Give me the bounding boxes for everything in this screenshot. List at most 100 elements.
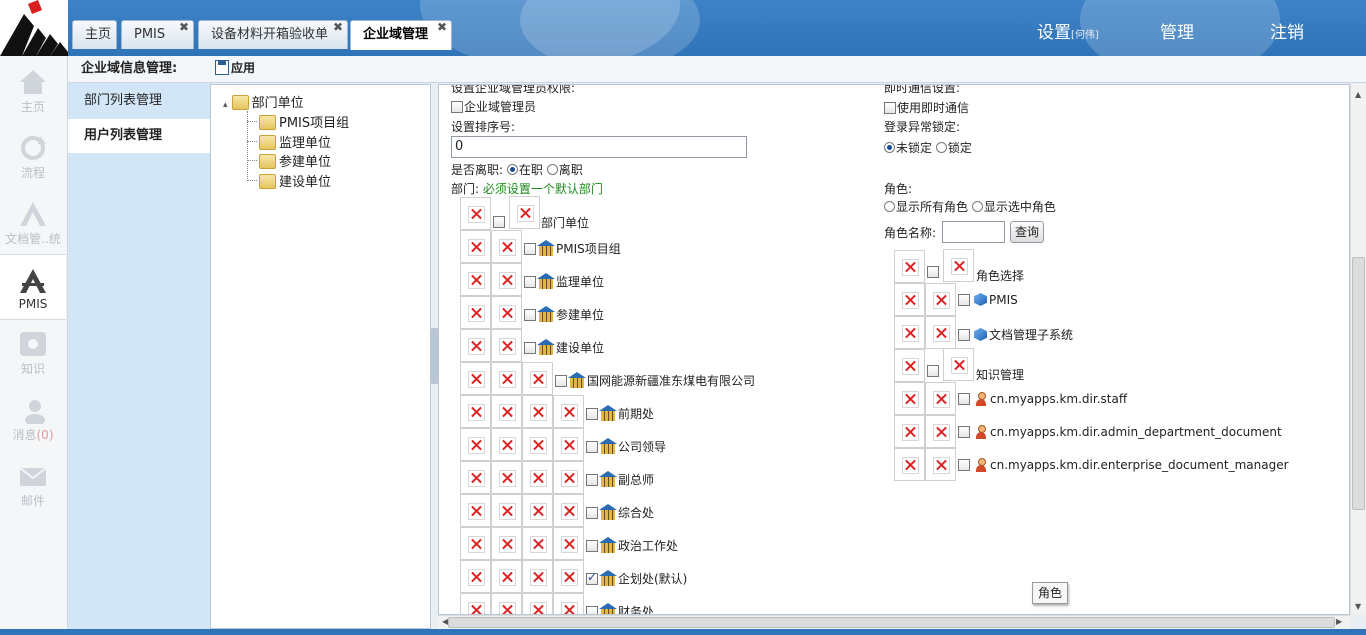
folder-icon xyxy=(259,174,276,189)
building-icon xyxy=(537,273,555,289)
rail-item-document[interactable]: 文档管..统 xyxy=(0,200,66,254)
rail-item-home[interactable]: 主页 xyxy=(0,68,66,122)
tab-pmis[interactable]: PMIS ✖ xyxy=(121,20,194,49)
radio-all-roles[interactable]: 显示所有角色 xyxy=(884,200,968,214)
radio-unlocked[interactable]: 未锁定 xyxy=(884,141,932,155)
role-name-input[interactable] xyxy=(942,221,1005,243)
role-checkbox[interactable] xyxy=(927,266,939,278)
dept-checkbox[interactable] xyxy=(524,342,536,354)
role-checkbox[interactable] xyxy=(958,459,970,471)
close-icon[interactable]: ✖ xyxy=(437,14,447,41)
tree-node-root[interactable]: ▴ 部门单位 xyxy=(223,92,304,111)
logout-link[interactable]: 注销 xyxy=(1270,18,1304,43)
scroll-right-icon[interactable]: ▶ xyxy=(1336,617,1342,626)
rail-item-mail[interactable]: 邮件 xyxy=(0,462,66,516)
sub-item-user-list[interactable]: 用户列表管理 xyxy=(68,119,210,153)
sub-item-department-list[interactable]: 部门列表管理 xyxy=(68,84,210,118)
broken-image-icon xyxy=(491,263,522,296)
dept-row[interactable]: 政治工作处 xyxy=(586,537,678,554)
dept-checkbox[interactable] xyxy=(524,243,536,255)
rail-item-knowledge[interactable]: 知识 xyxy=(0,330,66,384)
role-checkbox[interactable] xyxy=(958,329,970,341)
dept-checkbox[interactable] xyxy=(586,441,598,453)
tree-node[interactable]: 监理单位 xyxy=(259,132,331,151)
role-row[interactable]: PMIS xyxy=(958,293,1018,307)
building-icon xyxy=(537,306,555,322)
scroll-down-icon[interactable]: ▼ xyxy=(1355,602,1361,611)
lock-label: 登录异常锁定: xyxy=(884,120,961,134)
broken-image-icon xyxy=(491,593,522,614)
scroll-thumb[interactable] xyxy=(1352,257,1365,510)
tab-equipment-acceptance[interactable]: 设备材料开箱验收单 ✖ xyxy=(198,20,348,49)
role-row-label: cn.myapps.km.dir.admin_department_docume… xyxy=(990,425,1282,439)
scroll-thumb[interactable] xyxy=(448,617,1335,628)
panel-splitter[interactable] xyxy=(431,328,438,384)
dept-checkbox[interactable] xyxy=(586,540,598,552)
dept-checkbox[interactable] xyxy=(586,606,598,614)
role-row-label: cn.myapps.km.dir.staff xyxy=(990,392,1128,406)
role-name-label: 角色名称: xyxy=(884,226,937,240)
rail-item-process[interactable]: 流程 xyxy=(0,134,66,188)
im-checkbox[interactable]: 使用即时通信 xyxy=(884,99,969,116)
broken-image-icon xyxy=(491,362,522,395)
dept-row[interactable]: 公司领导 xyxy=(586,438,666,455)
dept-checkbox[interactable] xyxy=(493,216,505,228)
broken-image-icon xyxy=(553,494,584,527)
role-checkbox[interactable] xyxy=(958,426,970,438)
role-checkbox[interactable] xyxy=(958,393,970,405)
dept-checkbox[interactable] xyxy=(555,375,567,387)
dept-checkbox[interactable] xyxy=(586,408,598,420)
dept-checkbox[interactable] xyxy=(586,570,598,585)
tree-node[interactable]: 参建单位 xyxy=(259,151,331,170)
dept-row[interactable]: 财务处 xyxy=(586,603,654,614)
dept-row[interactable]: 部门单位 xyxy=(541,214,589,231)
dept-row[interactable]: 企划处(默认) xyxy=(586,570,687,587)
admin-checkbox[interactable]: 企业域管理员 xyxy=(451,98,536,115)
dept-checkbox[interactable] xyxy=(586,507,598,519)
close-icon[interactable]: ✖ xyxy=(333,14,343,41)
role-row[interactable]: cn.myapps.km.dir.enterprise_document_man… xyxy=(958,458,1289,472)
tab-home[interactable]: 主页 xyxy=(72,20,117,49)
apply-button[interactable]: 应用 xyxy=(215,59,255,76)
tab-enterprise-domain[interactable]: 企业域管理 ✖ xyxy=(350,20,452,50)
tree-node[interactable]: 建设单位 xyxy=(259,171,331,190)
rail-item-message[interactable]: 消息(0) xyxy=(0,396,66,450)
scroll-up-icon[interactable]: ▲ xyxy=(1355,90,1361,99)
role-row[interactable]: 知识管理 xyxy=(976,366,1024,383)
dept-row[interactable]: 参建单位 xyxy=(524,306,604,323)
role-row[interactable]: cn.myapps.km.dir.staff xyxy=(958,392,1127,406)
dept-row[interactable]: 副总师 xyxy=(586,471,654,488)
tree-node[interactable]: PMIS项目组 xyxy=(259,112,349,131)
broken-image-icon xyxy=(943,348,974,381)
radio-locked[interactable]: 锁定 xyxy=(935,141,972,155)
building-icon xyxy=(537,339,555,355)
dept-row[interactable]: 建设单位 xyxy=(524,339,604,356)
dept-checkbox[interactable] xyxy=(524,276,536,288)
broken-image-icon xyxy=(553,527,584,560)
close-icon[interactable]: ✖ xyxy=(179,14,189,41)
order-input[interactable]: 0 xyxy=(451,136,747,158)
role-row[interactable]: 文档管理子系统 xyxy=(958,326,1073,343)
query-button[interactable]: 查询 xyxy=(1010,221,1044,243)
sub-menu-title: 企业域信息管理: xyxy=(68,56,210,83)
role-checkbox[interactable] xyxy=(958,294,970,306)
horizontal-scrollbar[interactable]: ◀ ▶ xyxy=(438,615,1350,629)
dept-row[interactable]: 综合处 xyxy=(586,504,654,521)
dept-row[interactable]: 监理单位 xyxy=(524,273,604,290)
radio-left-job[interactable]: 离职 xyxy=(546,163,583,177)
dept-row[interactable]: PMIS项目组 xyxy=(524,240,621,257)
dept-row[interactable]: 国网能源新疆准东煤电有限公司 xyxy=(555,372,755,389)
role-row[interactable]: 角色选择 xyxy=(976,267,1024,284)
broken-image-icon xyxy=(460,329,491,362)
radio-selected-roles[interactable]: 显示选中角色 xyxy=(971,200,1056,214)
role-row[interactable]: cn.myapps.km.dir.admin_department_docume… xyxy=(958,425,1282,439)
rail-item-pmis[interactable]: PMIS xyxy=(0,254,66,320)
dept-checkbox[interactable] xyxy=(586,474,598,486)
manage-link[interactable]: 管理 xyxy=(1160,18,1194,43)
dept-checkbox[interactable] xyxy=(524,309,536,321)
dept-row[interactable]: 前期处 xyxy=(586,405,654,422)
vertical-scrollbar[interactable]: ▲ ▼ xyxy=(1350,84,1366,615)
radio-on-job[interactable]: 在职 xyxy=(506,163,543,177)
settings-link[interactable]: 设置[何伟] xyxy=(1037,18,1099,43)
role-checkbox[interactable] xyxy=(927,365,939,377)
